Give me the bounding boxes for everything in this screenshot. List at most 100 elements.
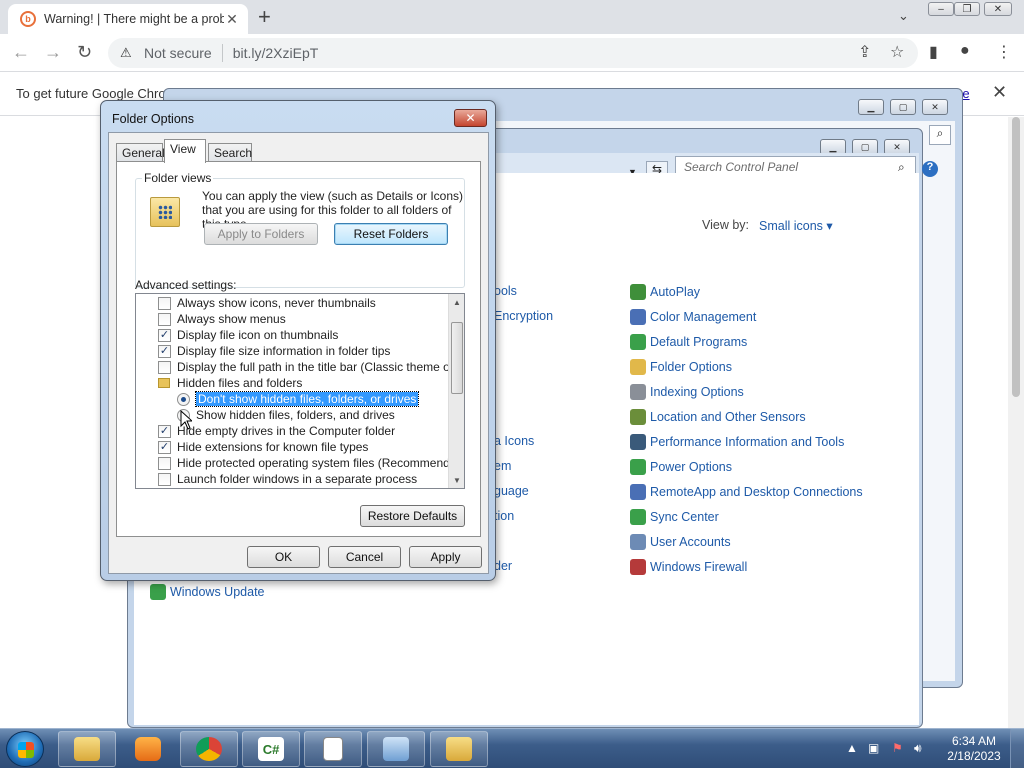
- bg-close-icon[interactable]: ✕: [922, 99, 948, 115]
- scroll-up-icon[interactable]: ▲: [449, 294, 464, 310]
- reset-folders-button[interactable]: Reset Folders: [334, 223, 448, 245]
- cp-partial-item-7[interactable]: der: [494, 559, 512, 573]
- address-bar[interactable]: ⚠ Not secure bit.ly/2XziEpT: [108, 38, 918, 68]
- cp-partial-item-1[interactable]: ools: [494, 284, 517, 298]
- page-scrollbar[interactable]: [1008, 117, 1024, 728]
- cp-item-sync-center[interactable]: Sync Center: [630, 509, 719, 525]
- start-button[interactable]: [6, 731, 44, 767]
- radio-selected[interactable]: [177, 392, 190, 406]
- cp-item-location-sensors[interactable]: Location and Other Sensors: [630, 409, 806, 425]
- setting-row[interactable]: Hide protected operating system files (R…: [158, 455, 464, 471]
- bg-search-icon[interactable]: ⌕: [929, 125, 951, 145]
- cp-item-power-options[interactable]: Power Options: [630, 459, 732, 475]
- reload-icon[interactable]: ↻: [77, 42, 92, 63]
- color-management-icon: [630, 309, 646, 325]
- tab-search[interactable]: Search: [208, 143, 252, 163]
- setting-row[interactable]: ✓ Display file size information in folder…: [158, 343, 390, 359]
- back-icon[interactable]: ←: [12, 42, 30, 63]
- sync-center-icon: [630, 509, 646, 525]
- dialog-close-icon[interactable]: ✕: [454, 109, 487, 127]
- setting-row[interactable]: ✓ Hide empty drives in the Computer folde…: [158, 423, 395, 439]
- close-window-icon[interactable]: ✕: [984, 2, 1012, 16]
- close-tab-icon[interactable]: ✕: [224, 11, 240, 28]
- network-icon[interactable]: ▣: [868, 741, 879, 755]
- browser-tab[interactable]: b Warning! | There might be a prob ✕: [8, 4, 248, 34]
- cp-item-color-management[interactable]: Color Management: [630, 309, 756, 325]
- minimize-window-icon[interactable]: –: [928, 2, 954, 16]
- setting-row[interactable]: Display the full path in the title bar (…: [158, 359, 464, 375]
- settings-scrollbar-thumb[interactable]: [451, 322, 463, 394]
- setting-row-selected[interactable]: Don't show hidden files, folders, or dri…: [177, 391, 420, 407]
- cp-partial-item-5[interactable]: guage: [494, 484, 529, 498]
- setting-row[interactable]: Always show icons, never thumbnails: [158, 295, 376, 311]
- cp-partial-item-4[interactable]: em: [494, 459, 511, 473]
- checkbox-checked[interactable]: ✓: [158, 424, 171, 438]
- volume-icon[interactable]: 🔊︎: [914, 741, 922, 756]
- taskbar-csharp[interactable]: C#: [242, 731, 300, 767]
- checkbox[interactable]: [158, 472, 171, 486]
- checkbox[interactable]: [158, 296, 171, 310]
- setting-label: Don't show hidden files, folders, or dri…: [194, 391, 420, 407]
- taskbar-control-panel[interactable]: [367, 731, 425, 767]
- ok-button[interactable]: OK: [247, 546, 320, 568]
- profile-avatar-icon[interactable]: ●: [960, 42, 970, 60]
- checkbox[interactable]: [158, 456, 171, 470]
- clock[interactable]: 6:34 AM 2/18/2023: [944, 734, 1004, 764]
- forward-icon[interactable]: →: [44, 42, 62, 63]
- tab-general[interactable]: General: [116, 143, 165, 163]
- setting-label: Show hidden files, folders, and drives: [196, 408, 395, 422]
- cp-item-autoplay[interactable]: AutoPlay: [630, 284, 700, 300]
- tab-search-chevron-icon[interactable]: ⌄: [898, 8, 909, 24]
- page-scrollbar-thumb[interactable]: [1012, 117, 1020, 397]
- share-icon[interactable]: ⇪: [858, 42, 871, 62]
- new-tab-icon[interactable]: +: [258, 4, 271, 30]
- taskbar-media-player[interactable]: [119, 731, 177, 767]
- menu-kebab-icon[interactable]: ⋮: [996, 42, 1012, 62]
- apply-to-folders-button[interactable]: Apply to Folders: [204, 223, 318, 245]
- taskbar-chrome[interactable]: [180, 731, 238, 767]
- scroll-down-icon[interactable]: ▼: [449, 472, 464, 488]
- side-panel-icon[interactable]: ▮: [929, 42, 938, 62]
- action-center-icon[interactable]: ⚑: [892, 741, 903, 755]
- setting-row[interactable]: ✓ Display file icon on thumbnails: [158, 327, 338, 343]
- site-favicon-icon: b: [20, 11, 36, 27]
- cp-item-performance[interactable]: Performance Information and Tools: [630, 434, 844, 450]
- cp-item-folder-options[interactable]: Folder Options: [630, 359, 732, 375]
- setting-row[interactable]: Launch folder windows in a separate proc…: [158, 471, 417, 487]
- cp-partial-item-2[interactable]: Encryption: [494, 309, 553, 323]
- taskbar-solitaire[interactable]: [304, 731, 362, 767]
- bookmark-star-icon[interactable]: ☆: [890, 42, 904, 62]
- setting-row[interactable]: ✓ Hide extensions for known file types: [158, 439, 368, 455]
- cp-partial-item-6[interactable]: tion: [494, 509, 514, 523]
- help-icon[interactable]: ?: [922, 161, 938, 177]
- cp-item-remoteapp[interactable]: RemoteApp and Desktop Connections: [630, 484, 863, 500]
- checkbox[interactable]: [158, 360, 171, 374]
- cp-item-indexing-options[interactable]: Indexing Options: [630, 384, 744, 400]
- taskbar-explorer[interactable]: [58, 731, 116, 767]
- taskbar-folder-options[interactable]: [430, 731, 488, 767]
- setting-row[interactable]: Always show menus: [158, 311, 286, 327]
- checkbox-checked[interactable]: ✓: [158, 328, 171, 342]
- view-by-dropdown[interactable]: Small icons ▾: [759, 218, 833, 233]
- cp-item-windows-firewall[interactable]: Windows Firewall: [630, 559, 747, 575]
- show-desktop-button[interactable]: [1010, 729, 1024, 768]
- advanced-settings-list[interactable]: Always show icons, never thumbnails Alwa…: [135, 293, 465, 489]
- checkbox-checked[interactable]: ✓: [158, 344, 171, 358]
- setting-row[interactable]: Show hidden files, folders, and drives: [177, 407, 395, 423]
- cp-item-user-accounts[interactable]: User Accounts: [630, 534, 731, 550]
- checkbox-checked[interactable]: ✓: [158, 440, 171, 454]
- info-bar-close-icon[interactable]: ✕: [992, 82, 1007, 103]
- cp-partial-item-3[interactable]: a Icons: [494, 434, 534, 448]
- restore-window-icon[interactable]: ❐: [954, 2, 980, 16]
- apply-button[interactable]: Apply: [409, 546, 482, 568]
- settings-scrollbar[interactable]: ▲ ▼: [448, 294, 464, 488]
- bg-minimize-icon[interactable]: ▁: [858, 99, 884, 115]
- restore-defaults-button[interactable]: Restore Defaults: [360, 505, 465, 527]
- cp-item-default-programs[interactable]: Default Programs: [630, 334, 747, 350]
- cp-item-windows-update[interactable]: Windows Update: [150, 584, 265, 600]
- bg-maximize-icon[interactable]: ▢: [890, 99, 916, 115]
- tray-expand-icon[interactable]: ▲: [846, 741, 858, 755]
- tab-view[interactable]: View: [164, 139, 206, 163]
- cancel-button[interactable]: Cancel: [328, 546, 401, 568]
- checkbox[interactable]: [158, 312, 171, 326]
